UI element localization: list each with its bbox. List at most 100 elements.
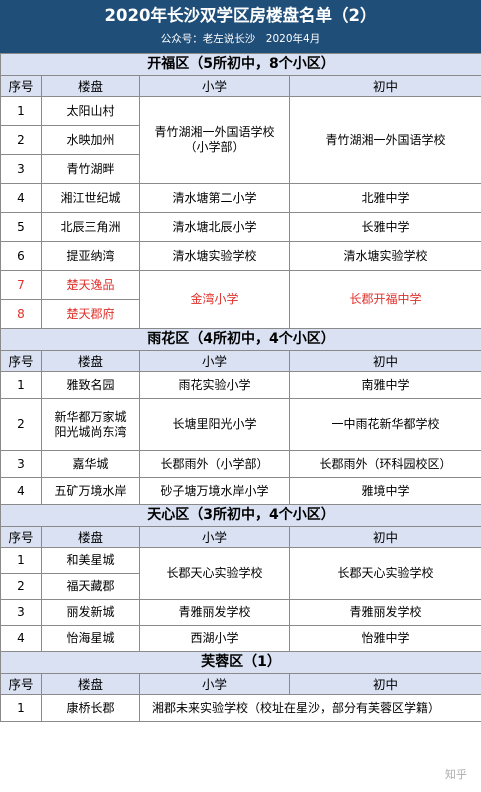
middle-school: 长郡开福中学 bbox=[288, 270, 481, 329]
col-header-estate: 楼盘 bbox=[41, 673, 140, 695]
row-number: 2 bbox=[0, 573, 42, 600]
table-row: 7 楚天逸品 金湾小学 长郡开福中学 bbox=[0, 270, 481, 329]
page: 2020年长沙双学区房楼盘名单（2） 公众号：老左说长沙 2020年4月 开福区… bbox=[0, 0, 481, 792]
table-row: 4 湘江世纪城 清水塘第二小学 北雅中学 bbox=[0, 183, 481, 213]
primary-school: 清水塘实验学校 bbox=[139, 241, 290, 271]
row-number: 8 bbox=[0, 299, 42, 329]
primary-school: 雨花实验小学 bbox=[139, 371, 290, 399]
estate-name: 北辰三角洲 bbox=[41, 212, 140, 242]
primary-school: 长塘里阳光小学 bbox=[139, 398, 290, 451]
estate-name: 雅致名园 bbox=[41, 371, 140, 399]
estate-name: 康桥长郡 bbox=[41, 694, 140, 722]
district-title: 开福区（5所初中，8个小区） bbox=[0, 53, 481, 76]
column-header-row: 序号 楼盘 小学 初中 bbox=[0, 75, 481, 97]
primary-school: 清水塘北辰小学 bbox=[139, 212, 290, 242]
column-header-row: 序号 楼盘 小学 初中 bbox=[0, 673, 481, 695]
row-number: 1 bbox=[0, 547, 42, 574]
middle-school: 北雅中学 bbox=[288, 183, 481, 213]
col-header-middle: 初中 bbox=[288, 526, 481, 548]
col-header-primary: 小学 bbox=[139, 350, 290, 372]
district-header-row: 雨花区（4所初中，4个小区） bbox=[0, 328, 481, 351]
table-row: 1 和美星城 长郡天心实验学校 长郡天心实验学校 bbox=[0, 547, 481, 600]
district-header-row: 开福区（5所初中，8个小区） bbox=[0, 53, 481, 76]
middle-school: 青竹湖湘一外国语学校 bbox=[288, 96, 481, 184]
row-number: 4 bbox=[0, 183, 42, 213]
primary-school: 清水塘第二小学 bbox=[139, 183, 290, 213]
page-title: 2020年长沙双学区房楼盘名单（2） bbox=[104, 6, 377, 25]
col-header-estate: 楼盘 bbox=[41, 526, 140, 548]
table-row: 4 怡海星城 西湖小学 怡雅中学 bbox=[0, 625, 481, 652]
row-number: 3 bbox=[0, 450, 42, 478]
row-number: 7 bbox=[0, 270, 42, 300]
col-header-estate: 楼盘 bbox=[41, 75, 140, 97]
estate-name: 丽发新城 bbox=[41, 599, 140, 626]
primary-school: 长郡雨外（小学部） bbox=[139, 450, 290, 478]
col-header-middle: 初中 bbox=[288, 673, 481, 695]
primary-school: 青雅丽发学校 bbox=[139, 599, 290, 626]
watermark: 知乎 bbox=[445, 768, 467, 781]
col-header-middle: 初中 bbox=[288, 350, 481, 372]
estate-name: 怡海星城 bbox=[41, 625, 140, 652]
estate-name: 和美星城 bbox=[41, 547, 140, 574]
table-row: 4 五矿万境水岸 砂子塘万境水岸小学 雅境中学 bbox=[0, 477, 481, 505]
estate-name: 福天藏郡 bbox=[41, 573, 140, 600]
col-header-estate: 楼盘 bbox=[41, 350, 140, 372]
estate-name: 新华都万家城 阳光城尚东湾 bbox=[41, 398, 140, 451]
estate-name: 提亚纳湾 bbox=[41, 241, 140, 271]
row-number: 5 bbox=[0, 212, 42, 242]
primary-school: 金湾小学 bbox=[139, 270, 290, 329]
estate-name: 楚天郡府 bbox=[41, 299, 140, 329]
middle-school: 长郡天心实验学校 bbox=[288, 547, 481, 600]
row-number: 3 bbox=[0, 599, 42, 626]
estate-name: 青竹湖畔 bbox=[41, 154, 140, 184]
primary-school: 湘郡未来实验学校（校址在星沙，部分有芙蓉区学籍） bbox=[138, 694, 481, 722]
table-row: 5 北辰三角洲 清水塘北辰小学 长雅中学 bbox=[0, 212, 481, 242]
primary-school: 长郡天心实验学校 bbox=[139, 547, 290, 600]
district-title: 天心区（3所初中，4个小区） bbox=[0, 504, 481, 527]
row-number: 2 bbox=[0, 125, 42, 155]
middle-school: 一中雨花新华都学校 bbox=[288, 398, 481, 451]
table-row: 3 丽发新城 青雅丽发学校 青雅丽发学校 bbox=[0, 599, 481, 626]
estate-name: 太阳山村 bbox=[41, 96, 140, 126]
col-header-primary: 小学 bbox=[139, 673, 290, 695]
table-row: 3 嘉华城 长郡雨外（小学部） 长郡雨外（环科园校区） bbox=[0, 450, 481, 478]
middle-school: 清水塘实验学校 bbox=[288, 241, 481, 271]
table-row: 2 新华都万家城 阳光城尚东湾 长塘里阳光小学 一中雨花新华都学校 bbox=[0, 398, 481, 451]
page-subtitle: 公众号：老左说长沙 2020年4月 bbox=[160, 33, 321, 45]
district-title: 雨花区（4所初中，4个小区） bbox=[0, 328, 481, 351]
col-header-primary: 小学 bbox=[139, 75, 290, 97]
col-header-no: 序号 bbox=[0, 75, 42, 97]
col-header-middle: 初中 bbox=[288, 75, 481, 97]
table-row: 6 提亚纳湾 清水塘实验学校 清水塘实验学校 bbox=[0, 241, 481, 271]
row-number: 1 bbox=[0, 371, 42, 399]
district-title: 芙蓉区（1） bbox=[0, 651, 481, 674]
row-number: 2 bbox=[0, 398, 42, 451]
row-number: 1 bbox=[0, 96, 42, 126]
row-number: 6 bbox=[0, 241, 42, 271]
district-header-row: 芙蓉区（1） bbox=[0, 651, 481, 674]
estate-name: 楚天逸品 bbox=[41, 270, 140, 300]
estate-name: 湘江世纪城 bbox=[41, 183, 140, 213]
estate-name: 水映加州 bbox=[41, 125, 140, 155]
header-banner: 2020年长沙双学区房楼盘名单（2） 公众号：老左说长沙 2020年4月 bbox=[0, 0, 481, 53]
col-header-no: 序号 bbox=[0, 673, 42, 695]
middle-school: 青雅丽发学校 bbox=[288, 599, 481, 626]
middle-school: 长郡雨外（环科园校区） bbox=[288, 450, 481, 478]
row-number: 4 bbox=[0, 625, 42, 652]
middle-school: 南雅中学 bbox=[288, 371, 481, 399]
middle-school: 长雅中学 bbox=[288, 212, 481, 242]
middle-school: 雅境中学 bbox=[288, 477, 481, 505]
district-header-row: 天心区（3所初中，4个小区） bbox=[0, 504, 481, 527]
row-number: 4 bbox=[0, 477, 42, 505]
middle-school: 怡雅中学 bbox=[288, 625, 481, 652]
column-header-row: 序号 楼盘 小学 初中 bbox=[0, 350, 481, 372]
school-district-table: 开福区（5所初中，8个小区） 序号 楼盘 小学 初中 1 太阳山村 青竹湖湘一外国语学校（小学… bbox=[0, 53, 481, 722]
row-number: 3 bbox=[0, 154, 42, 184]
table-row: 1 太阳山村 青竹湖湘一外国语学校（小学部） 青竹湖湘一外国语学校 bbox=[0, 96, 481, 184]
primary-school: 西湖小学 bbox=[139, 625, 290, 652]
col-header-no: 序号 bbox=[0, 350, 42, 372]
table-row: 1 康桥长郡 湘郡未来实验学校（校址在星沙，部分有芙蓉区学籍） bbox=[0, 694, 481, 722]
primary-school: 青竹湖湘一外国语学校（小学部） bbox=[139, 96, 290, 184]
row-number: 1 bbox=[0, 694, 42, 722]
column-header-row: 序号 楼盘 小学 初中 bbox=[0, 526, 481, 548]
